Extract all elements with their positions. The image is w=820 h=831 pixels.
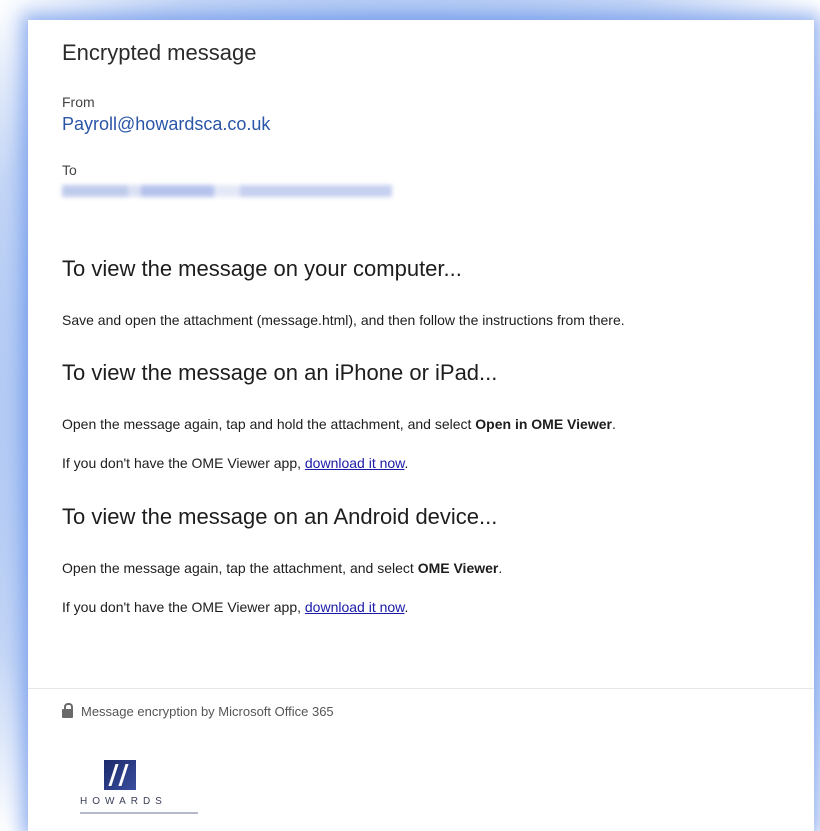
email-card: Encrypted message From Payroll@howardsca… (28, 20, 814, 831)
heading-iphone: To view the message on an iPhone or iPad… (62, 360, 498, 385)
iphone-instructions-text: Open the message again, tap and hold the… (62, 416, 476, 432)
iphone-viewer-name: Open in OME Viewer (475, 416, 612, 432)
encryption-footer-text: Message encryption by Microsoft Office 3… (81, 704, 334, 719)
page-title: Encrypted message (62, 40, 257, 65)
iphone-instructions: Open the message again, tap and hold the… (62, 416, 616, 432)
howards-logo-text: HOWARDS (80, 796, 167, 807)
howards-logo-mark (104, 760, 136, 790)
android-viewer-name: OME Viewer (417, 560, 499, 576)
android-download-end: . (404, 599, 409, 615)
to-address-redacted (62, 185, 392, 197)
android-download-text: If you don't have the OME Viewer app, (62, 599, 305, 615)
encryption-footer: Message encryption by Microsoft Office 3… (62, 703, 334, 719)
heading-computer: To view the message on your computer... (62, 256, 462, 281)
iphone-download-text: If you don't have the OME Viewer app, (62, 455, 305, 471)
from-label: From (62, 94, 95, 110)
android-instructions: Open the message again, tap the attachme… (62, 560, 502, 576)
heading-android: To view the message on an Android device… (62, 504, 498, 529)
howards-logo-tagline (80, 812, 198, 814)
android-instructions-end: . (498, 560, 503, 576)
to-label: To (62, 162, 77, 178)
footer-divider (28, 688, 814, 689)
lock-icon (62, 703, 73, 718)
iphone-download-line: If you don't have the OME Viewer app, do… (62, 455, 408, 471)
android-instructions-text: Open the message again, tap the attachme… (62, 560, 418, 576)
from-address[interactable]: Payroll@howardsca.co.uk (62, 114, 270, 135)
iphone-download-end: . (404, 455, 409, 471)
howards-logo: HOWARDS (78, 760, 198, 820)
computer-instructions: Save and open the attachment (message.ht… (62, 312, 625, 328)
android-download-line: If you don't have the OME Viewer app, do… (62, 599, 408, 615)
android-download-link[interactable]: download it now (305, 599, 405, 615)
iphone-instructions-end: . (611, 416, 616, 432)
iphone-download-link[interactable]: download it now (305, 455, 405, 471)
